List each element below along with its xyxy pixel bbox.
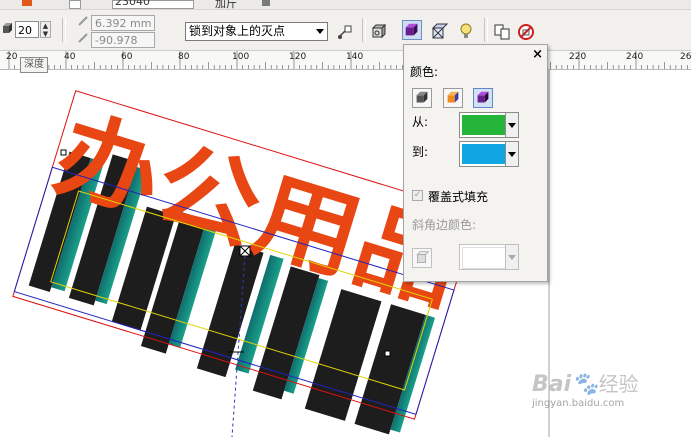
to-color-picker[interactable] xyxy=(459,141,519,167)
x-coordinate-field[interactable]: 6.392 mm xyxy=(91,15,155,31)
separator xyxy=(62,18,66,42)
toolbar-icon[interactable] xyxy=(69,0,81,9)
extrude-color-panel: × 颜色: 从: 到: ✓ 覆盖式填充 斜角边颜色: xyxy=(403,44,548,282)
watermark-url: jingyan.baidu.com xyxy=(532,398,625,409)
use-object-fill-button[interactable] xyxy=(412,88,432,108)
tooltip-depth: 深度 xyxy=(20,57,48,73)
ruler-label: 260 xyxy=(680,52,691,62)
bevel-fill-icon xyxy=(412,248,432,268)
bevel-color-label: 斜角边颜色: xyxy=(412,218,477,232)
use-color-shading-button[interactable] xyxy=(473,88,493,108)
clear-extrude-icon[interactable] xyxy=(516,22,536,42)
close-icon[interactable]: × xyxy=(532,48,543,61)
chevron-down-icon[interactable] xyxy=(505,142,518,166)
overlay-fill-label: 覆盖式填充 xyxy=(428,190,489,204)
top-field-text: 23040 xyxy=(115,0,150,8)
lightbulb-icon[interactable] xyxy=(457,22,477,42)
to-label: 到: xyxy=(412,145,429,159)
ruler-label: 120 xyxy=(289,52,307,62)
vanishing-point-copy-icon[interactable] xyxy=(335,22,355,42)
top-field[interactable]: 23040 xyxy=(112,0,194,9)
color-title: 颜色: xyxy=(410,65,439,79)
top-label: 加斤 xyxy=(215,0,237,10)
property-bar: 20 ▲▼ 6.392 mm -90.978 mm 锁到对象上的灭点 xyxy=(0,10,691,62)
x-coord-icon xyxy=(78,16,88,26)
extrude-rotation-icon[interactable] xyxy=(370,22,390,42)
chevron-down-icon[interactable] xyxy=(505,113,518,137)
chevron-down-icon xyxy=(316,29,324,34)
ruler-label: 140 xyxy=(346,52,364,62)
watermark-brand: Bai xyxy=(532,372,572,397)
top-toolbar-strip: 23040 加斤 xyxy=(0,0,691,10)
separator xyxy=(484,18,488,42)
ruler-label: 60 xyxy=(121,52,133,62)
bevel-color-picker xyxy=(459,244,519,270)
to-color-swatch xyxy=(462,144,506,164)
from-color-swatch xyxy=(462,115,506,135)
from-label: 从: xyxy=(412,115,429,129)
vanishing-point-value: 锁到对象上的灭点 xyxy=(189,24,286,38)
bevel-color-swatch xyxy=(462,247,508,269)
ruler-label: 240 xyxy=(626,52,644,62)
ruler-label: 20 xyxy=(6,52,18,62)
y-coordinate-field[interactable]: -90.978 mm xyxy=(91,32,155,62)
ruler-label: 40 xyxy=(64,52,76,62)
node-handle[interactable] xyxy=(384,350,391,357)
node-handle[interactable] xyxy=(60,149,67,156)
depth-spinner[interactable]: ▲ ▼ xyxy=(40,21,51,38)
copy-properties-icon[interactable] xyxy=(492,22,512,42)
ruler-label: 100 xyxy=(232,52,250,62)
horizontal-ruler[interactable]: 20 40 60 80 100 120 140 160 180 200 220 … xyxy=(0,51,691,70)
depth-input[interactable]: 20 xyxy=(15,21,39,38)
ruler-label: 80 xyxy=(178,52,190,62)
ruler-label: 220 xyxy=(569,52,587,62)
y-coord-icon xyxy=(78,33,88,43)
extrude-color-icon[interactable] xyxy=(402,20,422,40)
chevron-down-icon xyxy=(505,245,518,269)
overlay-fill-checkbox[interactable]: ✓ xyxy=(412,190,423,201)
use-solid-color-button[interactable] xyxy=(443,88,463,108)
vanishing-point-dropdown[interactable]: 锁到对象上的灭点 xyxy=(185,22,328,41)
pin-icon[interactable] xyxy=(22,0,32,6)
separator xyxy=(362,18,366,42)
pen-icon[interactable] xyxy=(262,0,270,6)
watermark-brand-cn: 经验 xyxy=(598,372,639,396)
extrude-bevel-icon[interactable] xyxy=(430,22,450,42)
baidu-watermark: Bai🐾经验 jingyan.baidu.com xyxy=(532,372,639,409)
from-color-picker[interactable] xyxy=(459,112,519,138)
extrude-depth-icon xyxy=(3,23,12,33)
